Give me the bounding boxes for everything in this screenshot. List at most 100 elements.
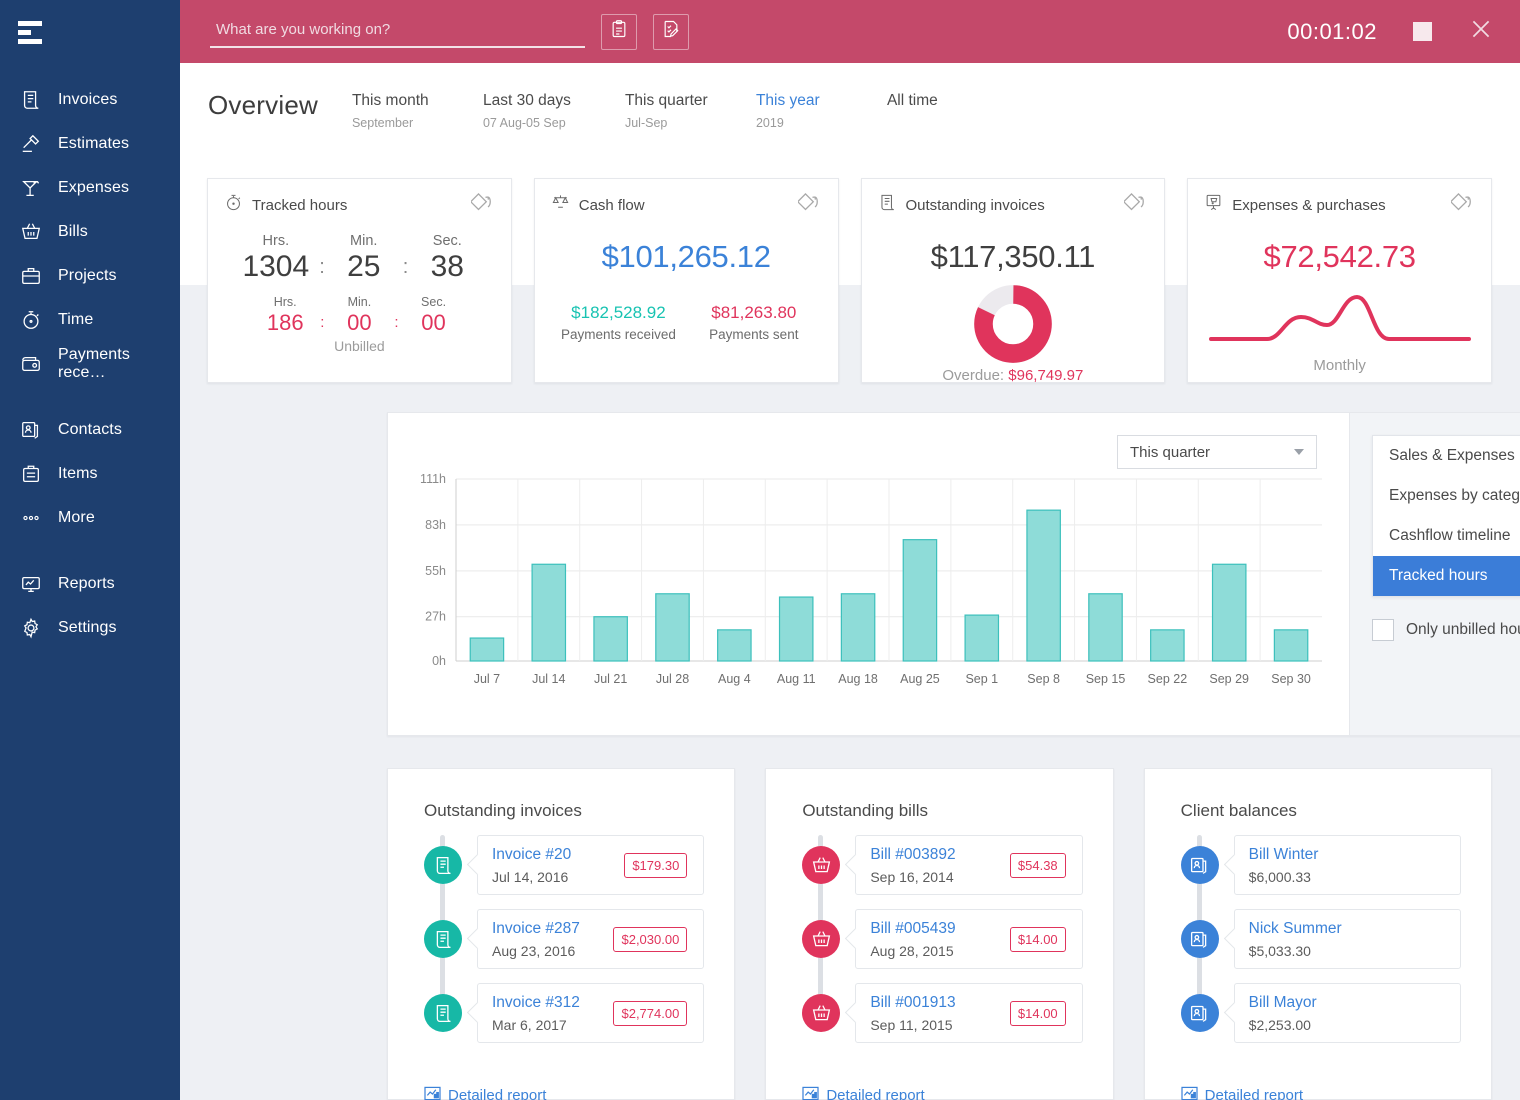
- only-unbilled-hours-row[interactable]: Only unbilled hours: [1372, 619, 1520, 641]
- list-item[interactable]: Invoice #312 Mar 6, 2017 $2,774.00: [424, 983, 704, 1043]
- contacts-icon: [1181, 994, 1219, 1032]
- task-edit-button[interactable]: [653, 14, 689, 50]
- search-input[interactable]: [210, 15, 585, 48]
- svg-text:Jul 28: Jul 28: [656, 672, 689, 686]
- unit-label: Hrs.: [256, 295, 314, 309]
- list-item[interactable]: Bill #001913 Sep 11, 2015 $14.00: [802, 983, 1082, 1043]
- list-item-title[interactable]: Bill #001913: [870, 993, 1010, 1014]
- list-item-title[interactable]: Invoice #287: [492, 919, 613, 940]
- list-item-title[interactable]: Bill #005439: [870, 919, 1010, 940]
- card-header: Tracked hours: [224, 193, 495, 217]
- list-item[interactable]: Bill Mayor $2,253.00: [1181, 983, 1461, 1043]
- payments-sent: $81,263.80 Payments sent: [686, 303, 821, 342]
- list-item[interactable]: Nick Summer $5,033.30: [1181, 909, 1461, 969]
- menu-item-label: Expenses by category: [1389, 487, 1520, 505]
- card-header: Cash flow: [551, 193, 822, 217]
- sidebar-item-time[interactable]: Time: [0, 298, 180, 342]
- timer-display: 00:01:02: [1287, 19, 1377, 45]
- sidebar-item-label: Reports: [58, 575, 115, 593]
- list-item-title[interactable]: Bill Winter: [1249, 845, 1444, 866]
- sidebar: Invoices Estimates Expenses Bills Projec…: [0, 0, 180, 1100]
- menu-item-sales-expenses[interactable]: Sales & Expenses: [1373, 436, 1520, 476]
- sidebar-item-settings[interactable]: Settings: [0, 606, 180, 650]
- sidebar-item-more[interactable]: More: [0, 496, 180, 540]
- list-item[interactable]: Bill Winter $6,000.33: [1181, 835, 1461, 895]
- clipboard-button[interactable]: [601, 14, 637, 50]
- sidebar-item-items[interactable]: Items: [0, 452, 180, 496]
- period-tab-last-30-days[interactable]: Last 30 days 07 Aug-05 Sep: [483, 91, 625, 130]
- wallet-icon: [18, 351, 44, 377]
- expenses-caption: Monthly: [1204, 357, 1475, 374]
- bottom-panels: Outstanding invoices Invoice #20 Jul 14,…: [387, 768, 1492, 1100]
- panel-outstanding-bills: Outstanding bills Bill #003892 Sep 16, 2…: [765, 768, 1113, 1100]
- svg-text:111h: 111h: [420, 473, 446, 486]
- panel-client-balances: Client balances Bill Winter $6,000.33: [1144, 768, 1492, 1100]
- list-item-title[interactable]: Bill #003892: [870, 845, 1010, 866]
- period-tab-all-time[interactable]: All time: [887, 91, 1018, 130]
- tracked-minutes-value: 25: [335, 251, 393, 283]
- menu-item-label: Tracked hours: [1389, 567, 1488, 585]
- chart-area: This quarter 0h27h55h83h111hJul 7Jul 14J…: [388, 413, 1349, 735]
- list-item-title[interactable]: Invoice #20: [492, 845, 624, 866]
- close-button[interactable]: [1468, 16, 1494, 47]
- list-item[interactable]: Bill #005439 Aug 28, 2015 $14.00: [802, 909, 1082, 969]
- period-tab-this-quarter[interactable]: This quarter Jul-Sep: [625, 91, 756, 130]
- svg-text:Sep 15: Sep 15: [1086, 672, 1126, 686]
- menu-item-cashflow-timeline[interactable]: Cashflow timeline: [1373, 516, 1520, 556]
- detailed-report-link[interactable]: Detailed report: [424, 1086, 546, 1100]
- menu-item-tracked-hours[interactable]: Tracked hours: [1373, 556, 1520, 596]
- sidebar-item-bills[interactable]: Bills: [0, 210, 180, 254]
- list-item-card: Bill #005439 Aug 28, 2015 $14.00: [855, 909, 1082, 969]
- list-item[interactable]: Invoice #20 Jul 14, 2016 $179.30: [424, 835, 704, 895]
- list-item-title[interactable]: Nick Summer: [1249, 919, 1444, 940]
- amount-badge: $2,774.00: [613, 1001, 687, 1026]
- sidebar-item-payments-received[interactable]: Payments rece…: [0, 342, 180, 386]
- sidebar-item-contacts[interactable]: Contacts: [0, 408, 180, 452]
- tracked-total-row: Hrs. 1304 : Min. 25 : Sec. 38: [224, 233, 495, 283]
- flip-card-button[interactable]: [471, 193, 497, 216]
- list-item-title[interactable]: Invoice #312: [492, 993, 613, 1014]
- menu-item-label: Sales & Expenses: [1389, 447, 1515, 465]
- app-root: Invoices Estimates Expenses Bills Projec…: [0, 0, 1520, 1100]
- app-logo[interactable]: [0, 0, 180, 64]
- svg-text:Aug 25: Aug 25: [900, 672, 940, 686]
- basket-icon: [18, 219, 44, 245]
- flip-card-button[interactable]: [1451, 193, 1477, 216]
- list-item-subtitle: $5,033.30: [1249, 943, 1444, 959]
- card-header: Outstanding invoices: [878, 193, 1149, 217]
- timer-search-wrapper: [210, 15, 585, 48]
- page-title: Overview: [208, 91, 318, 120]
- cocktail-icon: [18, 175, 44, 201]
- range-select[interactable]: This quarter: [1117, 435, 1317, 469]
- page-header: Overview This month September Last 30 da…: [180, 63, 1520, 159]
- sidebar-item-projects[interactable]: Projects: [0, 254, 180, 298]
- list-item[interactable]: Bill #003892 Sep 16, 2014 $54.38: [802, 835, 1082, 895]
- flip-card-button[interactable]: [1124, 193, 1150, 216]
- sidebar-item-invoices[interactable]: Invoices: [0, 78, 180, 122]
- list-item-subtitle: Mar 6, 2017: [492, 1017, 613, 1033]
- detailed-report-link[interactable]: Detailed report: [1181, 1086, 1303, 1100]
- sidebar-item-reports[interactable]: Reports: [0, 562, 180, 606]
- sidebar-item-label: Bills: [58, 223, 88, 241]
- overdue-amount: $96,749.97: [1008, 367, 1083, 384]
- period-label: All time: [887, 91, 1018, 111]
- tracked-hours-value: 1304: [242, 251, 309, 283]
- unit-label: Sec.: [418, 233, 476, 249]
- sidebar-item-estimates[interactable]: Estimates: [0, 122, 180, 166]
- menu-item-expenses-by-category[interactable]: Expenses by category: [1373, 476, 1520, 516]
- sidebar-item-expenses[interactable]: Expenses: [0, 166, 180, 210]
- unbilled-hours-col: Hrs. 186: [256, 295, 314, 334]
- payments-sent-label: Payments sent: [686, 327, 821, 342]
- stop-button[interactable]: [1413, 22, 1432, 41]
- detailed-report-link[interactable]: Detailed report: [802, 1086, 924, 1100]
- list-item-title[interactable]: Bill Mayor: [1249, 993, 1444, 1014]
- period-tab-this-year[interactable]: This year 2019: [756, 91, 887, 130]
- only-unbilled-hours-checkbox[interactable]: [1372, 619, 1394, 641]
- period-tab-this-month[interactable]: This month September: [352, 91, 483, 130]
- scales-icon: [551, 193, 570, 217]
- svg-text:Jul 14: Jul 14: [532, 672, 565, 686]
- list-item[interactable]: Invoice #287 Aug 23, 2016 $2,030.00: [424, 909, 704, 969]
- flip-card-button[interactable]: [798, 193, 824, 216]
- menu-item-label: Cashflow timeline: [1389, 527, 1510, 545]
- svg-text:Aug 4: Aug 4: [718, 672, 751, 686]
